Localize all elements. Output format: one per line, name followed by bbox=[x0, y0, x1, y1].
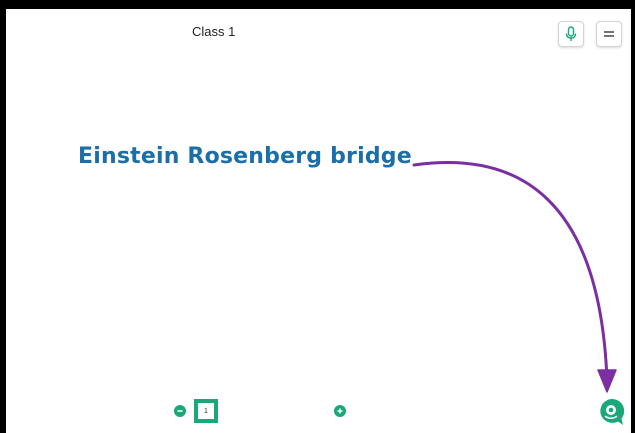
microphone-button[interactable] bbox=[558, 21, 584, 47]
plus-circle-icon bbox=[337, 408, 343, 414]
page-number-box[interactable]: 1 bbox=[194, 399, 218, 423]
hamburger-menu-icon bbox=[604, 31, 614, 37]
class-title: Class 1 bbox=[192, 24, 236, 39]
current-page-number: 1 bbox=[204, 407, 208, 415]
menu-button[interactable] bbox=[596, 21, 622, 47]
annotation-text[interactable]: Einstein Rosenberg bridge bbox=[78, 144, 412, 169]
chat-bubble-icon bbox=[600, 398, 625, 425]
whiteboard-canvas[interactable] bbox=[0, 0, 635, 433]
zoom-in-button[interactable] bbox=[334, 405, 346, 417]
zoom-out-button[interactable] bbox=[174, 405, 186, 417]
microphone-icon bbox=[565, 26, 577, 41]
minus-circle-icon bbox=[177, 410, 183, 412]
chat-button[interactable] bbox=[596, 397, 626, 427]
